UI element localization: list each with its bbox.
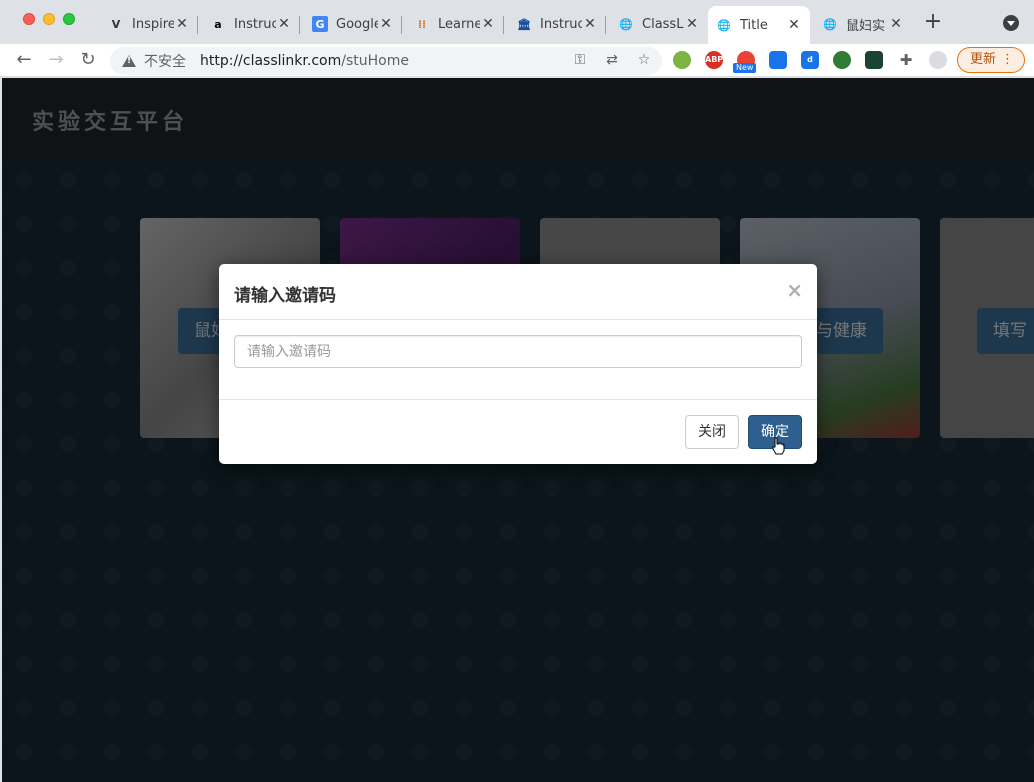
globe-icon: 🌐 [619,17,633,31]
extension-dark-icon[interactable] [865,51,883,69]
browser-tab[interactable]: V Inspire ✕ [100,8,198,40]
v-logo-icon: V [111,17,121,31]
new-tab-button[interactable]: + [922,11,944,34]
evernote-icon[interactable] [833,51,851,69]
update-label: 更新 [970,52,997,67]
adblock-icon[interactable]: ABP [705,51,723,69]
more-vertical-icon[interactable]: ⋮ [1001,48,1014,72]
tab-close-icon[interactable]: ✕ [480,16,496,32]
url-host: http://classlinkr.com [200,53,342,69]
globe-icon: 🌐 [823,17,837,31]
modal-body [219,320,817,400]
warning-icon[interactable] [122,55,136,67]
tab-label: ClassL [642,16,684,32]
modal-title: 请输入邀请码 [234,286,336,306]
puzzle-icon[interactable]: ✚ [897,51,915,69]
bookmark-star-icon[interactable]: ☆ [636,52,652,68]
tab-label: Instruc [540,16,582,32]
pointer-cursor-icon [772,437,785,455]
url-path: /stuHome [341,53,409,69]
tab-close-icon[interactable]: ✕ [582,16,598,32]
modal-footer: 关闭 确定 [219,400,817,464]
tab-close-icon[interactable]: ✕ [888,16,904,32]
browser-tab[interactable]: 🌐 鼠妇实 ✕ [814,8,912,40]
tab-label: Title [740,17,768,33]
abp-label: ABP [705,55,724,64]
globe-icon: 🌐 [717,18,731,32]
tab-label: 鼠妇实 [846,18,886,34]
window-zoom-button[interactable] [63,13,75,25]
avatar[interactable] [929,51,947,69]
extension-green-icon[interactable] [673,51,691,69]
modal-header: 请输入邀请码 × [219,264,817,320]
grid-icon: ⁞⁞ [417,17,427,31]
amazon-icon: a [214,17,222,31]
google-translate-icon: G [312,16,328,32]
reload-icon[interactable]: ↻ [77,49,99,71]
window-close-button[interactable] [23,13,35,25]
tab-label: Inspire [132,16,174,32]
tab-close-icon[interactable]: ✕ [378,16,394,32]
tab-label: Learne [438,16,480,32]
window-minimize-button[interactable] [43,13,55,25]
browser-tab[interactable]: a Instruc ✕ [202,8,300,40]
security-label[interactable]: 不安全 [144,51,186,71]
browser-toolbar: ← → ↻ 不安全 http://classlinkr.com/stuHome … [0,44,1034,77]
browser-tab[interactable]: 🌐 ClassL ✕ [610,8,708,40]
browser-tab[interactable]: ⁞⁞ Learne ✕ [406,8,504,40]
tab-close-icon[interactable]: ✕ [276,16,292,32]
invite-code-modal: 请输入邀请码 × 关闭 确定 [219,264,817,464]
tab-label: Google [336,16,378,32]
browser-tab-active[interactable]: 🌐 Title ✕ [708,6,810,44]
extension-blue-icon[interactable] [769,51,787,69]
key-icon[interactable]: ⚿ [572,52,588,68]
tab-label: Instruc [234,16,276,32]
new-badge: New [733,63,757,73]
browser-tab[interactable]: 🏛 Instruc ✕ [508,8,606,40]
browser-tab[interactable]: G Google ✕ [304,8,402,40]
extension-d-icon[interactable]: d [801,51,819,69]
update-button[interactable]: 更新 ⋮ [957,47,1025,73]
tab-close-icon[interactable]: ✕ [684,16,700,32]
invite-code-input[interactable] [234,335,802,368]
forward-arrow-icon[interactable]: → [45,49,67,71]
address-bar[interactable]: 不安全 http://classlinkr.com/stuHome ⚿ ⇄ ☆ [110,47,662,75]
tab-close-icon[interactable]: ✕ [174,16,190,32]
page-viewport: 实验交互平台 鼠妇 与健康 填写 请输入邀请码 × 关闭 确定 [2,78,1034,782]
translate-icon[interactable]: ⇄ [604,52,620,68]
close-button[interactable]: 关闭 [685,415,739,449]
tab-search-button[interactable] [1003,15,1019,31]
tab-close-icon[interactable]: ✕ [786,17,802,33]
institution-icon: 🏛 [517,17,531,31]
tab-strip: V Inspire ✕ a Instruc ✕ G Google ✕ ⁞⁞ Le… [0,0,1034,44]
back-arrow-icon[interactable]: ← [13,49,35,71]
close-icon[interactable]: × [786,278,803,302]
